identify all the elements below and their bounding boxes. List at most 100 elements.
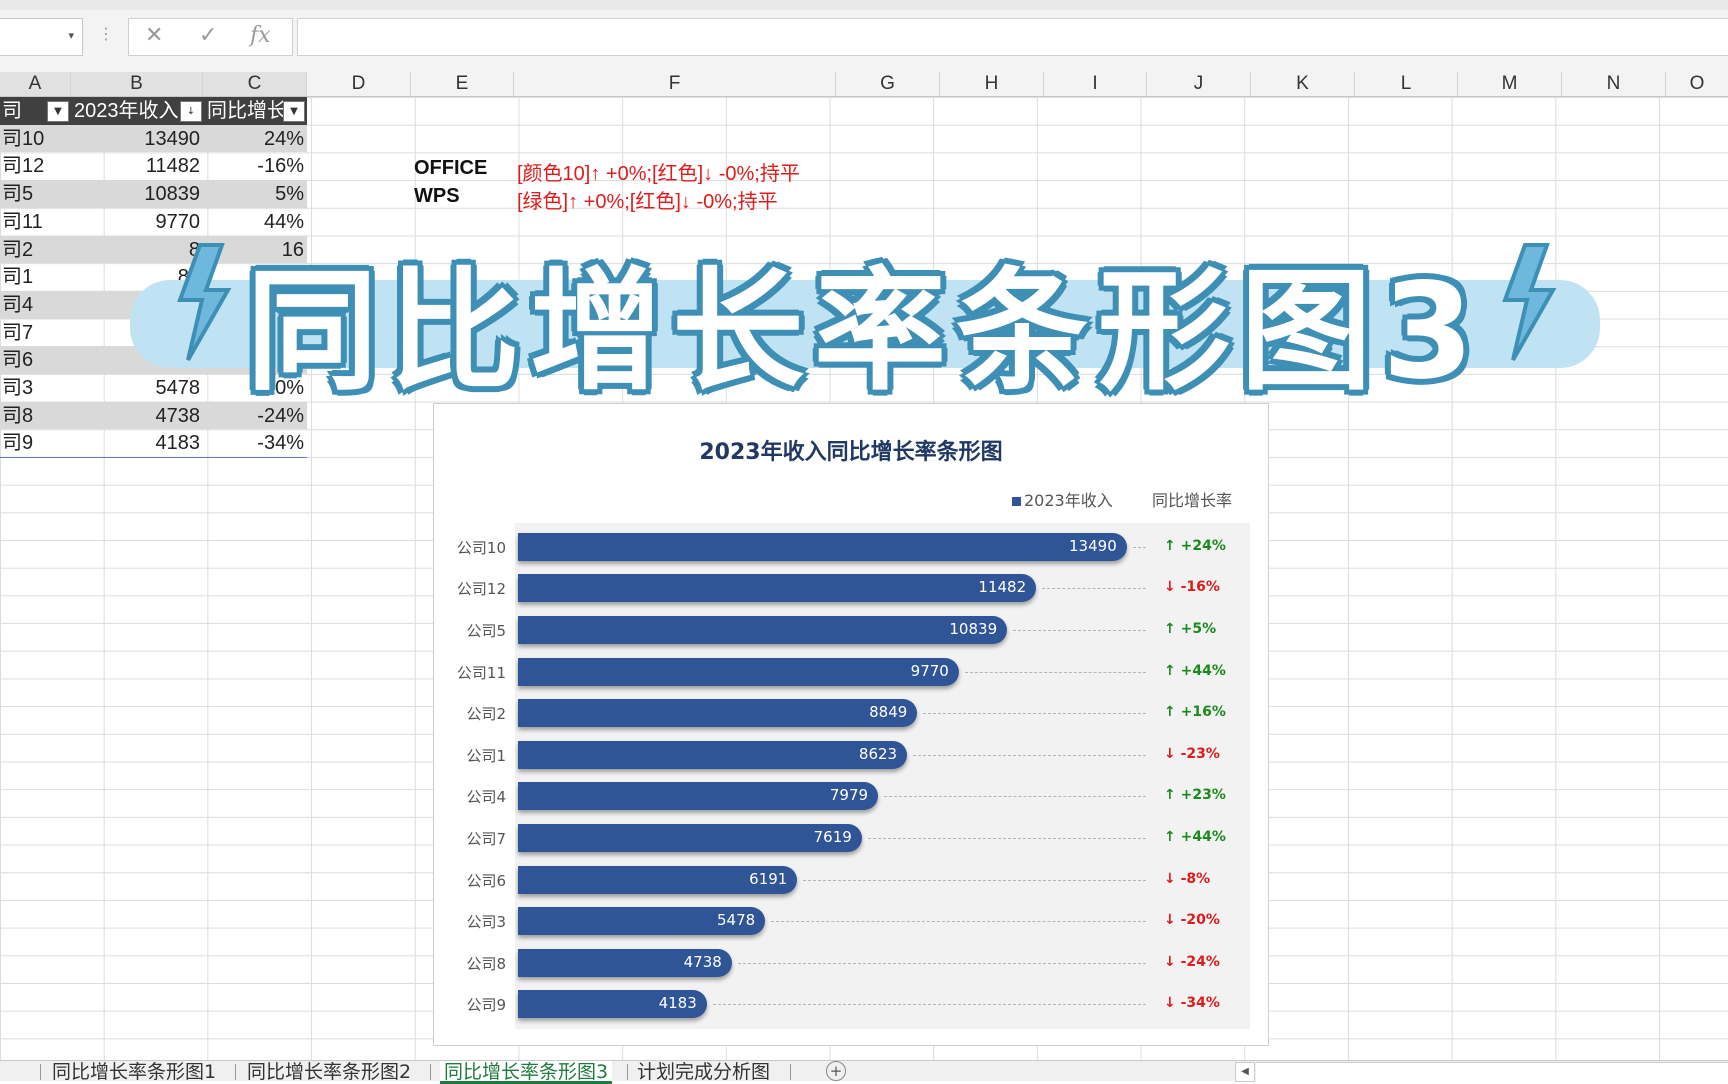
bar-value-label: 9770 [910,661,949,680]
sort-filter-icon[interactable]: ↓ [180,101,202,122]
cancel-icon[interactable]: ✕ [145,23,163,48]
bar[interactable] [518,532,1127,561]
banner-title: 同比增长率条形图3 [246,255,1484,409]
office-format-code: [颜色10]↑ +0%;[红色]↓ -0%;持平 [517,163,800,185]
header-cell: 2023年收入 [74,100,179,122]
category-label: 公司8 [466,954,506,973]
leader-line [884,796,1146,798]
formula-buttons: ✕ ✓ fx [128,18,293,56]
scroll-left-icon[interactable]: ◀ [1235,1062,1255,1082]
add-sheet-icon[interactable]: + [826,1061,846,1081]
insert-function-icon[interactable]: fx [250,23,271,48]
column-header[interactable]: L [1355,72,1458,96]
header-cell: 司 [2,100,22,122]
category-label: 公司2 [466,705,506,724]
table-row[interactable]: 司12 11482 -16% [0,152,307,180]
bar-value-label: 7979 [829,786,869,805]
bar-value-label: 4738 [683,952,722,971]
wps-label: WPS [414,185,460,207]
category-label: 公司11 [456,663,506,682]
leader-line [1132,546,1146,548]
table-header-row: 司 ▼ 2023年收入 ↓ 同比增长 ▼ [0,97,307,125]
column-header[interactable]: C [203,72,307,96]
category-label: 公司10 [456,538,506,557]
column-header[interactable]: M [1458,72,1562,96]
leader-line [712,1004,1146,1006]
bar-value-label: 5478 [717,911,756,930]
sheet-tab[interactable]: 同比增长率条形图2 [247,1061,411,1083]
bar-value-label: 8849 [869,703,908,722]
name-box-dropdown-icon[interactable]: ▾ [68,29,74,42]
legend-swatch [1012,497,1021,506]
leader-line [1013,630,1146,631]
growth-label-down: ↓ -16% [1164,579,1220,596]
column-header[interactable]: D [307,72,411,96]
table-row[interactable]: 司9 4183 -34% [0,429,307,459]
column-header[interactable]: K [1251,72,1355,96]
growth-label-up: ↑ +44% [1164,829,1226,845]
bar-value-label: 6191 [749,869,788,888]
bar-chart[interactable]: 2023年收入同比增长率条形图 2023年收入 同比增长率 公司10 13490 ↑… [433,403,1269,1046]
category-label: 公司4 [466,788,506,807]
column-header[interactable]: B [71,72,203,96]
column-header[interactable]: E [411,72,514,96]
column-headers: A B C D E F G H I J K L M N O [0,72,1728,97]
leader-line [803,879,1146,881]
more-icon: ⋮ [98,24,114,43]
growth-label-down: ↓ -8% [1164,870,1211,887]
category-label: 公司12 [456,580,506,599]
wps-format-code: [绿色]↑ +0%;[红色]↓ -0%;持平 [517,191,778,213]
category-label: 公司1 [466,746,506,765]
leader-line [771,921,1146,923]
filter-dropdown-icon[interactable]: ▼ [47,101,69,122]
bar-value-label: 4183 [658,994,697,1013]
leader-line [867,838,1146,839]
leader-line [964,671,1146,673]
column-header[interactable]: F [514,72,836,96]
leader-line [1042,588,1146,590]
growth-label-down: ↓ -34% [1164,995,1220,1012]
column-header[interactable]: G [836,72,940,96]
column-header[interactable]: J [1147,72,1251,96]
bar-value-label: 7619 [813,828,852,846]
growth-label-up: ↑ +5% [1164,621,1217,637]
leader-line [737,962,1146,964]
category-label: 公司9 [466,996,506,1015]
column-header[interactable]: A [0,72,71,96]
bar-value-label: 8623 [858,744,898,763]
category-label: 公司5 [466,622,506,640]
legend-item-growth[interactable]: 同比增长率 [1152,487,1232,511]
bar-value-label: 13490 [1069,536,1117,555]
title-banner: 同比增长率条形图3 [130,220,1600,409]
table-row[interactable]: 司10 13490 24% [0,124,307,153]
bar-value-label: 10839 [949,620,998,638]
formula-bar: ▾ ⋮ ✕ ✓ fx [0,10,1728,73]
growth-label-down: ↓ -23% [1164,745,1220,762]
growth-label-down: ↓ -24% [1164,953,1220,970]
enter-icon[interactable]: ✓ [199,23,217,48]
leader-line [923,713,1146,715]
column-header[interactable]: N [1562,72,1666,96]
growth-label-up: ↑ +23% [1164,787,1226,804]
column-header[interactable]: H [940,72,1044,96]
leader-line [913,754,1146,756]
category-label: 公司7 [466,830,506,848]
filter-dropdown-icon[interactable]: ▼ [283,101,305,122]
growth-label-down: ↓ -20% [1164,912,1220,929]
sheet-tab-active[interactable]: 同比增长率条形图3 [440,1061,613,1084]
category-label: 公司3 [466,913,506,932]
column-header[interactable]: O [1666,72,1728,96]
horizontal-scrollbar[interactable] [1256,1062,1728,1081]
growth-label-up: ↑ +16% [1164,704,1226,721]
legend-item-revenue[interactable]: 2023年收入 [1012,487,1113,511]
category-label: 公司6 [466,871,506,890]
growth-label-up: ↑ +44% [1164,662,1226,679]
formula-input[interactable] [297,18,1728,56]
growth-label-up: ↑ +24% [1164,537,1226,554]
sheet-tab[interactable]: 同比增长率条形图1 [52,1061,216,1083]
table-row[interactable]: 司5 10839 5% [0,180,307,208]
sheet-tab[interactable]: 计划完成分析图 [637,1061,770,1083]
header-cell: 同比增长 [207,100,285,122]
name-box[interactable]: ▾ [0,18,83,56]
column-header[interactable]: I [1044,72,1147,96]
